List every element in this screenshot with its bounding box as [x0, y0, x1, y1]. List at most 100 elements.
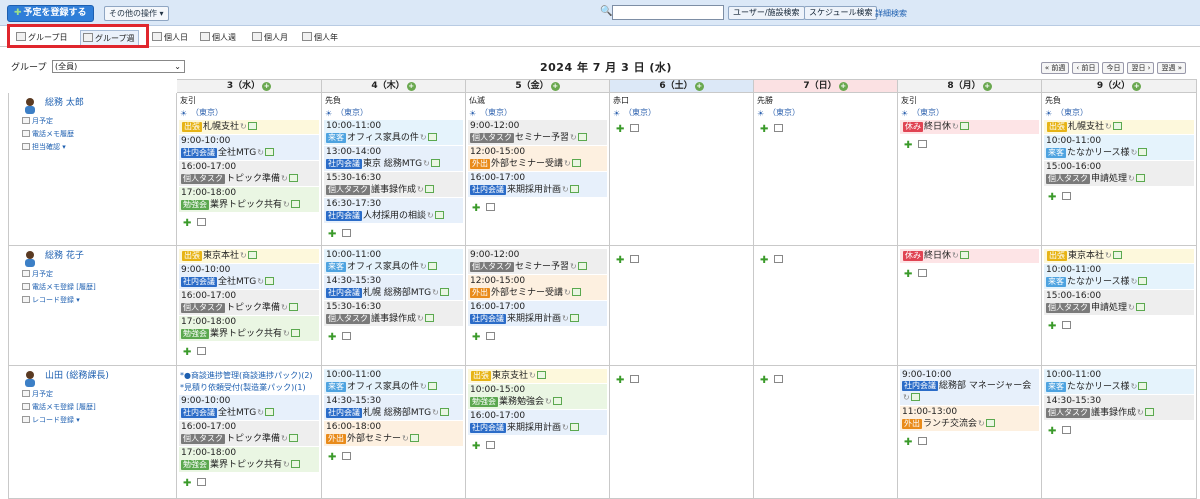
add-memo-icon[interactable] [342, 452, 352, 460]
memo-icon[interactable] [1144, 408, 1154, 416]
memo-icon[interactable] [290, 329, 300, 337]
add-memo-icon[interactable] [918, 140, 928, 148]
schedule-event[interactable]: 10:00-11:00 来客 オフィス家具の件↻ [324, 369, 463, 394]
add-schedule-icon[interactable]: + [982, 82, 992, 91]
tab-personal-year[interactable]: 個人年 [300, 30, 341, 45]
memo-icon[interactable] [569, 185, 579, 193]
day-cell[interactable]: 友引 ☀ （東京） 出張 札幌支社↻ 9:00-10:00 社内会議 全社MTG↻ 16:00-… [177, 93, 322, 246]
schedule-event[interactable]: 10:00-15:00 勉強会 業務勉強会↻ [468, 384, 607, 409]
user-name-link[interactable]: 総務 花子 [45, 248, 176, 261]
day-cell[interactable]: 出張 東京支社↻ 10:00-15:00 勉強会 業務勉強会↻ 16:00-17:00 社内… [466, 366, 610, 499]
prev-day-button[interactable]: ‹ 前日 [1072, 62, 1100, 74]
day-cell[interactable]: 先負 ☀ （東京） 10:00-11:00 来客 オフィス家具の件↻ 13:00-14:00… [322, 93, 466, 246]
schedule-event[interactable]: 16:00-17:00 社内会議 来期採用計画↻ [468, 301, 607, 326]
user-link[interactable]: 担当確認 ▾ [22, 142, 176, 152]
memo-icon[interactable] [439, 288, 449, 296]
add-memo-icon[interactable] [1062, 426, 1072, 434]
schedule-event[interactable]: 10:00-11:00 来客 たなかリース様↻ [1044, 369, 1194, 394]
add-event-icon[interactable]: ✚ [616, 255, 624, 266]
schedule-event[interactable]: 9:00-10:00 社内会議 全社MTG↻ [179, 135, 319, 160]
day-cell[interactable]: ✚ [610, 246, 754, 366]
schedule-event[interactable]: 9:00-12:00 個人タスク セミナー予習↻ [468, 120, 607, 145]
add-event-icon[interactable]: ✚ [760, 375, 768, 386]
day-cell[interactable]: 9:00-10:00 社内会議 総務部 マネージャー会 ↻ 11:00-13:00 外出ラ… [898, 366, 1042, 499]
user-link[interactable]: 月予定 [22, 389, 176, 399]
pending-item-link[interactable]: *見積り依頼受付(製造業パック)(1) [180, 383, 319, 393]
memo-icon[interactable] [409, 434, 419, 442]
user-link[interactable]: レコード登録 ▾ [22, 415, 176, 425]
schedule-event[interactable]: 15:00-16:00 個人タスク 申請処理↻ [1044, 161, 1194, 186]
schedule-event[interactable]: 14:30-15:30 社内会議 札幌 総務部MTG↻ [324, 395, 463, 420]
memo-icon[interactable] [910, 393, 920, 401]
memo-icon[interactable] [264, 277, 274, 285]
user-link[interactable]: 月予定 [22, 269, 176, 279]
memo-icon[interactable] [1138, 148, 1148, 156]
schedule-event[interactable]: 出張 札幌支社↻ [179, 120, 319, 134]
prev-week-button[interactable]: « 前週 [1040, 62, 1070, 74]
memo-icon[interactable] [288, 174, 298, 182]
add-event-icon[interactable]: ✚ [328, 452, 336, 463]
day-cell[interactable]: ✚ [610, 366, 754, 499]
memo-icon[interactable] [427, 133, 437, 141]
memo-icon[interactable] [1135, 303, 1145, 311]
memo-icon[interactable] [439, 408, 449, 416]
memo-icon[interactable] [290, 200, 300, 208]
group-select[interactable]: (全員) ⌄ [52, 60, 185, 73]
day-cell[interactable]: 10:00-11:00 来客 たなかリース様↻ 14:30-15:30 個人タスク 議事録… [1042, 366, 1197, 499]
add-event-icon[interactable]: ✚ [472, 203, 480, 214]
memo-icon[interactable] [424, 314, 434, 322]
schedule-event[interactable]: 10:00-11:00 来客 オフィス家具の件↻ [324, 120, 463, 145]
schedule-event[interactable]: 16:00-17:00 個人タスク トピック準備↻ [179, 290, 319, 315]
memo-icon[interactable] [569, 314, 579, 322]
day-cell[interactable]: 9:00-12:00 個人タスク セミナー予習↻ 12:00-15:00 外出 外部セミナ… [466, 246, 610, 366]
schedule-event[interactable]: 10:00-11:00 来客 たなかリース様↻ [1044, 135, 1194, 160]
add-schedule-icon[interactable]: + [838, 82, 848, 91]
schedule-event[interactable]: 9:00-10:00 社内会議 総務部 マネージャー会 ↻ [900, 369, 1039, 405]
day-cell[interactable]: 出張 東京本社↻ 9:00-10:00 社内会議 全社MTG↻ 16:00-17:00 個人… [177, 246, 322, 366]
add-event-icon[interactable]: ✚ [904, 269, 912, 280]
add-event-icon[interactable]: ✚ [904, 140, 912, 151]
add-event-icon[interactable]: ✚ [328, 332, 336, 343]
add-event-icon[interactable]: ✚ [183, 478, 191, 489]
schedule-event[interactable]: 16:00-18:00 外出 外部セミナー↻ [324, 421, 463, 446]
add-event-icon[interactable]: ✚ [1048, 426, 1056, 437]
schedule-event[interactable]: 出張 東京支社↻ [468, 369, 607, 383]
schedule-event[interactable]: 休み 終日休↻ [900, 249, 1039, 263]
memo-icon[interactable] [571, 288, 581, 296]
detail-search-link[interactable]: 詳細検索 [875, 8, 907, 19]
schedule-event[interactable]: 9:00-12:00 個人タスク セミナー予習↻ [468, 249, 607, 274]
day-cell[interactable]: 休み 終日休↻ ✚ [898, 246, 1042, 366]
search-input[interactable] [612, 5, 724, 20]
day-cell[interactable]: 友引 ☀ （東京） 休み 終日休↻ ✚ [898, 93, 1042, 246]
add-memo-icon[interactable] [774, 255, 784, 263]
schedule-event[interactable]: 出張 札幌支社↻ [1044, 120, 1194, 134]
memo-icon[interactable] [288, 434, 298, 442]
add-event-icon[interactable]: ✚ [760, 255, 768, 266]
add-event-icon[interactable]: ✚ [1048, 321, 1056, 332]
add-memo-icon[interactable] [342, 332, 352, 340]
add-memo-icon[interactable] [197, 478, 207, 486]
memo-icon[interactable] [434, 211, 444, 219]
add-memo-icon[interactable] [918, 437, 928, 445]
next-week-button[interactable]: 翌週 » [1157, 62, 1186, 74]
today-button[interactable]: 今日 [1102, 62, 1125, 74]
schedule-search-button[interactable]: スケジュール検索 [804, 6, 878, 20]
schedule-event[interactable]: 16:00-17:00 個人タスク トピック準備↻ [179, 421, 319, 446]
memo-icon[interactable] [290, 460, 300, 468]
pending-item-link[interactable]: *●商談進捗管理(商談進捗パック)(2) [180, 371, 319, 381]
add-schedule-icon[interactable]: + [694, 82, 704, 91]
schedule-event[interactable]: 16:00-17:00 個人タスク トピック準備↻ [179, 161, 319, 186]
schedule-event[interactable]: 12:00-15:00 外出 外部セミナー受講↻ [468, 275, 607, 300]
other-actions-button[interactable]: その他の操作 ▾ [104, 6, 169, 21]
schedule-event[interactable]: 10:00-11:00 来客 たなかリース様↻ [1044, 264, 1194, 289]
schedule-event[interactable]: 9:00-10:00 社内会議 全社MTG↻ [179, 395, 319, 420]
add-memo-icon[interactable] [630, 375, 640, 383]
add-memo-icon[interactable] [197, 347, 207, 355]
next-day-button[interactable]: 翌日 › [1127, 62, 1155, 74]
memo-icon[interactable] [985, 419, 995, 427]
schedule-event[interactable]: 16:30-17:30 社内会議 人材採用の相談↻ [324, 198, 463, 223]
user-name-link[interactable]: 山田 (総務課長) [45, 368, 176, 381]
add-memo-icon[interactable] [486, 332, 496, 340]
schedule-event[interactable]: 17:00-18:00 勉強会 業界トピック共有↻ [179, 447, 319, 472]
memo-icon[interactable] [288, 303, 298, 311]
